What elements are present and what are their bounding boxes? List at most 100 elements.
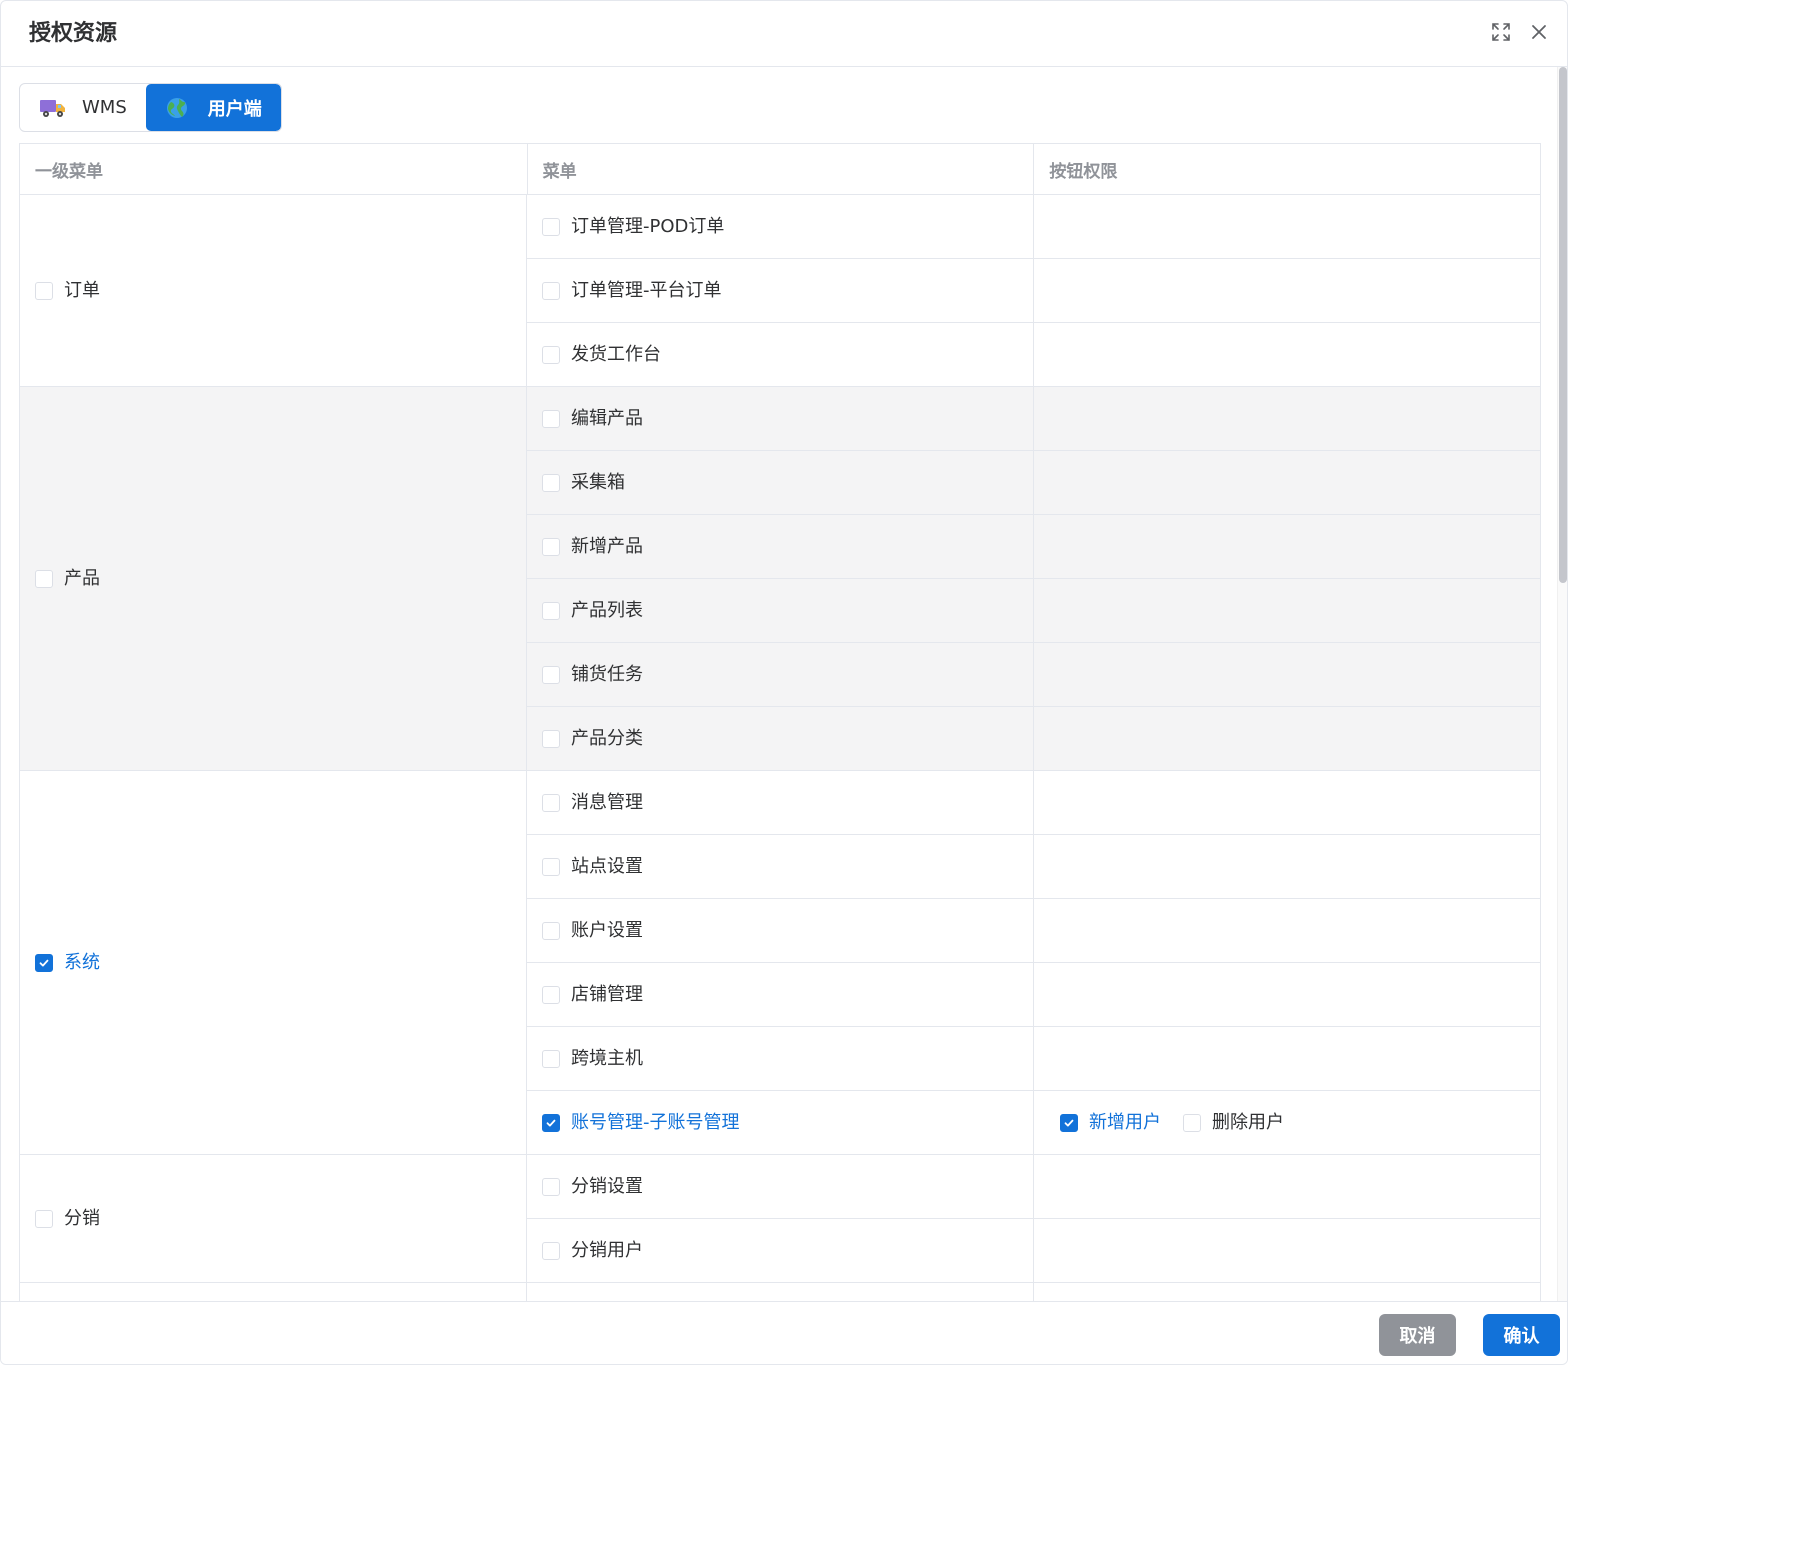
menu-checkbox[interactable]: 产品分类	[542, 727, 643, 751]
button-permission-cell	[1034, 643, 1541, 706]
dialog-title: 授权资源	[29, 21, 118, 46]
tab-wms-label: WMS	[82, 97, 127, 118]
table-row: 账号管理-子账号管理 新增用户 删除用户	[527, 1091, 1541, 1154]
primary-menu-checkbox[interactable]: 产品	[35, 567, 100, 591]
menu-rows: 编辑产品采集箱新增产品产品列表铺货任务产品分类	[527, 387, 1541, 770]
table-header: 一级菜单 菜单 按钮权限	[20, 144, 1542, 195]
button-permission-cell	[1034, 579, 1541, 642]
button-permission-cell	[1034, 1155, 1541, 1218]
menu-rows: 订单管理-POD订单 订单管理-平台订单 发货工作台	[527, 195, 1541, 386]
button-permission-cell	[1034, 451, 1541, 514]
checkbox-checked[interactable]	[1060, 1113, 1078, 1132]
tab-wms[interactable]: WMS	[20, 84, 146, 131]
platform-tabs: WMS 用户端	[19, 83, 282, 132]
menu-cell: 发货工作台	[527, 323, 1034, 386]
primary-menu-checkbox[interactable]: 订单	[35, 279, 100, 303]
checkbox-unchecked[interactable]	[542, 601, 560, 620]
menu-checkbox[interactable]: 订单管理-POD订单	[542, 215, 724, 239]
checkbox-label: 订单管理-平台订单	[571, 279, 722, 301]
checkbox-checked[interactable]	[35, 953, 53, 972]
table-row: 发货工作台	[527, 323, 1541, 386]
menu-cell: 订单管理-平台订单	[527, 259, 1034, 322]
menu-checkbox[interactable]: 产品列表	[542, 599, 643, 623]
menu-cell: 铺货任务	[527, 643, 1034, 706]
menu-checkbox[interactable]: 订单管理-平台订单	[542, 279, 722, 303]
checkbox-unchecked[interactable]	[542, 1241, 560, 1260]
vertical-scrollbar[interactable]	[1557, 67, 1567, 1301]
menu-cell: 分销设置	[527, 1155, 1034, 1218]
checkbox-unchecked[interactable]	[542, 793, 560, 812]
checkbox-label: 订单管理-POD订单	[571, 215, 725, 237]
checkbox-unchecked[interactable]	[542, 665, 560, 684]
checkbox-label: 删除用户	[1212, 1111, 1284, 1133]
table-row: 新增产品	[527, 515, 1541, 579]
checkbox-unchecked[interactable]	[542, 985, 560, 1004]
table-row: 订单管理-POD订单	[527, 195, 1541, 259]
table-row: 铺货任务	[527, 643, 1541, 707]
checkbox-unchecked[interactable]	[1183, 1113, 1201, 1132]
table-row: 消息管理	[527, 771, 1541, 835]
button-permission-cell	[1034, 963, 1541, 1026]
checkbox-unchecked[interactable]	[35, 1209, 53, 1228]
tab-user-client[interactable]: 用户端	[145, 84, 281, 131]
menu-checkbox[interactable]: 采集箱	[542, 471, 625, 495]
checkbox-unchecked[interactable]	[35, 569, 53, 588]
checkbox-unchecked[interactable]	[542, 409, 560, 428]
checkbox-label: 分销用户	[571, 1239, 643, 1261]
fullscreen-icon[interactable]	[1490, 21, 1512, 43]
dialog-body: WMS 用户端 一级菜单 菜单 按钮权限 订单 订单管理-POD订单 订单管理-…	[1, 67, 1567, 1301]
menu-checkbox[interactable]: 新增产品	[542, 535, 643, 559]
checkbox-unchecked[interactable]	[542, 1177, 560, 1196]
button-permission-checkbox[interactable]: 新增用户	[1060, 1111, 1161, 1135]
checkbox-unchecked[interactable]	[542, 217, 560, 236]
checkbox-unchecked[interactable]	[542, 729, 560, 748]
checkbox-unchecked[interactable]	[542, 537, 560, 556]
table-row	[527, 1283, 1541, 1301]
table-row: 账户设置	[527, 899, 1541, 963]
menu-cell: 采集箱	[527, 451, 1034, 514]
checkbox-label: 系统	[64, 951, 100, 973]
checkbox-unchecked[interactable]	[542, 281, 560, 300]
table-row: 订单管理-平台订单	[527, 259, 1541, 323]
menu-checkbox[interactable]: 站点设置	[542, 855, 643, 879]
primary-menu-cell: 分销	[20, 1155, 527, 1282]
checkbox-label: 站点设置	[571, 855, 643, 877]
menu-cell: 分销用户	[527, 1219, 1034, 1282]
menu-checkbox[interactable]: 账号管理-子账号管理	[542, 1111, 740, 1135]
scrollbar-thumb[interactable]	[1559, 67, 1567, 583]
checkbox-checked[interactable]	[542, 1113, 560, 1132]
menu-checkbox[interactable]: 消息管理	[542, 791, 643, 815]
authorize-resources-dialog: 授权资源 WMS 用户端 一级菜单 菜单 按钮权限 订单 订单管理-POD订单 …	[0, 0, 1568, 1365]
checkbox-unchecked[interactable]	[542, 345, 560, 364]
menu-cell: 店铺管理	[527, 963, 1034, 1026]
checkbox-label: 产品列表	[571, 599, 643, 621]
menu-checkbox[interactable]: 账户设置	[542, 919, 643, 943]
button-permission-checkbox[interactable]: 删除用户	[1183, 1111, 1284, 1135]
menu-checkbox[interactable]: 铺货任务	[542, 663, 643, 687]
button-permission-cell	[1034, 899, 1541, 962]
menu-checkbox[interactable]: 分销设置	[542, 1175, 643, 1199]
confirm-button[interactable]: 确认	[1483, 1314, 1560, 1356]
button-permission-cell	[1034, 1219, 1541, 1282]
button-permission-cell	[1034, 323, 1541, 386]
menu-checkbox[interactable]: 编辑产品	[542, 407, 643, 431]
menu-checkbox[interactable]: 跨境主机	[542, 1047, 643, 1071]
checkbox-unchecked[interactable]	[542, 473, 560, 492]
column-header-primary-menu: 一级菜单	[20, 144, 528, 194]
checkbox-unchecked[interactable]	[542, 1049, 560, 1068]
menu-checkbox[interactable]: 分销用户	[542, 1239, 643, 1263]
menu-checkbox[interactable]: 店铺管理	[542, 983, 643, 1007]
cancel-button[interactable]: 取消	[1379, 1314, 1456, 1356]
menu-rows: 消息管理站点设置账户设置店铺管理跨境主机账号管理-子账号管理 新增用户 删除用户	[527, 771, 1541, 1154]
close-icon[interactable]	[1528, 21, 1550, 43]
primary-menu-checkbox[interactable]: 系统	[35, 951, 100, 975]
checkbox-unchecked[interactable]	[542, 921, 560, 940]
menu-group: 订单 订单管理-POD订单 订单管理-平台订单 发货工作台	[20, 195, 1541, 387]
checkbox-unchecked[interactable]	[542, 857, 560, 876]
menu-checkbox[interactable]: 发货工作台	[542, 343, 661, 367]
checkbox-unchecked[interactable]	[35, 281, 53, 300]
primary-menu-checkbox[interactable]: 分销	[35, 1207, 100, 1231]
checkbox-label: 发货工作台	[571, 343, 661, 365]
primary-menu-cell: 系统	[20, 771, 527, 1154]
checkbox-label: 账户设置	[571, 919, 643, 941]
